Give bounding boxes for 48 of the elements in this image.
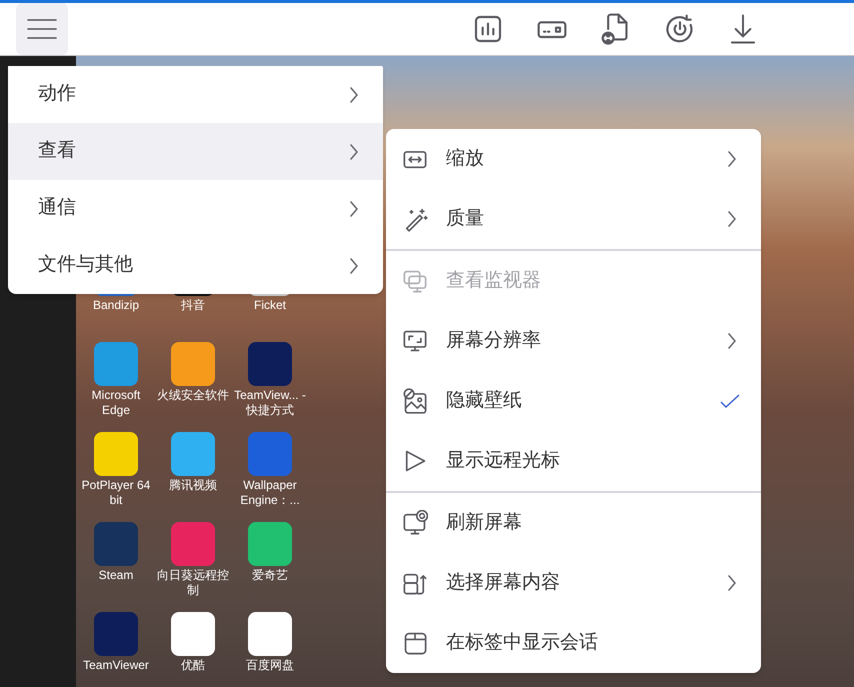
- app-label: 抖音: [180, 298, 206, 313]
- screen-resolution-icon: [402, 328, 428, 354]
- menu-item[interactable]: 显示远程光标: [386, 431, 761, 491]
- menu-item[interactable]: 文件与其他: [8, 237, 383, 294]
- menu-item[interactable]: 缩放: [386, 129, 761, 189]
- app-label: TeamViewer: [82, 658, 150, 673]
- chevron-right-icon: [349, 256, 359, 274]
- app-label: 百度网盘: [245, 658, 295, 673]
- refresh-monitor-icon: [402, 510, 428, 536]
- app-label: Wallpaper Engine：...: [239, 478, 301, 508]
- download-icon[interactable]: [728, 13, 758, 45]
- hidden-image-icon: [402, 388, 428, 414]
- chevron-right-icon: [727, 332, 737, 350]
- menu-item[interactable]: 质量: [386, 189, 761, 249]
- app-label: 爱奇艺: [251, 568, 289, 583]
- menu-item[interactable]: 刷新屏幕: [386, 493, 761, 553]
- menu-item[interactable]: 通信: [8, 180, 383, 237]
- menu-item[interactable]: 查看: [8, 123, 383, 180]
- menu-item[interactable]: 动作: [8, 66, 383, 123]
- app-icon[interactable]: [94, 432, 138, 476]
- chevron-right-icon: [349, 200, 359, 218]
- menu-item[interactable]: 选择屏幕内容: [386, 553, 761, 613]
- chevron-right-icon: [727, 574, 737, 592]
- menu-icon: [27, 18, 57, 40]
- app-label: PotPlayer 64 bit: [80, 478, 152, 508]
- app-label: Bandizip: [92, 298, 140, 313]
- monitors-icon: [402, 268, 428, 294]
- menu-item[interactable]: 隐藏壁纸: [386, 371, 761, 431]
- menu-item[interactable]: 屏幕分辨率: [386, 311, 761, 371]
- menu-button[interactable]: [16, 3, 68, 55]
- app-icon[interactable]: [171, 612, 215, 656]
- app-label: TeamView... - 快捷方式: [233, 388, 307, 418]
- chevron-right-icon: [349, 142, 359, 160]
- chart-icon[interactable]: [472, 13, 504, 45]
- chevron-right-icon: [349, 86, 359, 104]
- checkmark-icon: [719, 393, 741, 409]
- app-icon[interactable]: [248, 612, 292, 656]
- app-label: 向日葵远程控制: [156, 568, 230, 598]
- chevron-right-icon: [727, 150, 737, 168]
- tab-icon: [402, 630, 428, 656]
- app-label: Microsoft Edge: [90, 388, 142, 418]
- menu-item[interactable]: 在标签中显示会话: [386, 613, 761, 673]
- app-label: Ficket: [252, 298, 287, 313]
- app-label: 腾讯视频: [168, 478, 218, 493]
- app-label: 优酷: [180, 658, 206, 673]
- chevron-right-icon: [727, 210, 737, 228]
- app-label: Steam: [98, 568, 134, 583]
- app-label: 火绒安全软件: [156, 388, 230, 403]
